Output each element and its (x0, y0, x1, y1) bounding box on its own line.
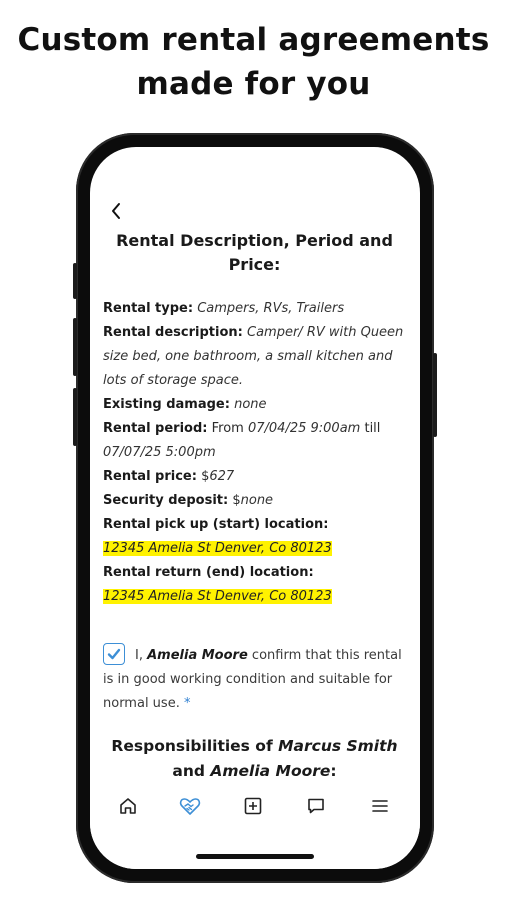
required-mark: * (183, 696, 191, 711)
existing-damage-row: Existing damage: none (103, 393, 406, 417)
phone-power-button (433, 353, 437, 437)
phone-side-button (73, 318, 77, 376)
rental-price-row: Rental price: $627 (103, 465, 406, 489)
resp-prefix: Responsibilities of (111, 737, 273, 755)
tab-messages[interactable] (303, 793, 329, 819)
rental-period-row: Rental period: From 07/04/25 9:00am till… (103, 417, 406, 465)
pickup-label-row: Rental pick up (start) location: (103, 513, 406, 537)
promo-page: Custom rental agreements made for you Re… (0, 0, 507, 900)
rental-type-row: Rental type: Campers, RVs, Trailers (103, 297, 406, 321)
checkmark-icon (107, 648, 121, 660)
phone-side-button (73, 263, 77, 299)
pickup-label: Rental pick up (start) location: (103, 517, 329, 532)
confirm-checkbox[interactable] (103, 643, 125, 665)
confirmation: I, Amelia Moore confirm that this rental… (103, 643, 406, 716)
home-icon (120, 798, 136, 814)
confirm-name: Amelia Moore (147, 648, 248, 663)
tab-create[interactable] (240, 793, 266, 819)
plus-square-icon (244, 797, 262, 815)
security-deposit-row: Security deposit: $none (103, 489, 406, 513)
pickup-location: 12345 Amelia St Denver, Co 80123 (103, 541, 332, 556)
confirm-prefix: I, (135, 648, 143, 663)
rental-type-value: Campers, RVs, Trailers (197, 301, 345, 316)
return-location: 12345 Amelia St Denver, Co 80123 (103, 589, 332, 604)
security-deposit-value: none (240, 493, 274, 508)
rental-period-from: From (211, 421, 244, 436)
return-label-row: Rental return (end) location: (103, 561, 406, 585)
rental-period-label: Rental period: (103, 421, 208, 436)
resp-party-1: Marcus Smith (278, 737, 398, 755)
tab-home[interactable] (115, 793, 141, 819)
rental-description-label: Rental description: (103, 325, 243, 340)
rental-period-till: till (364, 421, 381, 436)
section-title: Rental Description, Period and Price: (116, 231, 393, 274)
rental-period-end: 07/07/25 5:00pm (103, 445, 216, 460)
return-value-row: 12345 Amelia St Denver, Co 80123 (103, 585, 406, 609)
chevron-left-icon (112, 203, 120, 219)
rental-details: Rental type: Campers, RVs, Trailers Rent… (103, 297, 406, 609)
rental-price-value: 627 (209, 469, 235, 484)
headline-line-1: Custom rental agreements (17, 22, 490, 58)
rental-price-label: Rental price: (103, 469, 197, 484)
pickup-value-row: 12345 Amelia St Denver, Co 80123 (103, 537, 406, 561)
headline: Custom rental agreements made for you (0, 18, 507, 106)
rental-type-label: Rental type: (103, 301, 194, 316)
rental-description-row: Rental description: Camper/ RV with Quee… (103, 321, 406, 393)
agreement-content: Rental Description, Period and Price: Re… (103, 229, 406, 784)
handshake-heart-icon (179, 798, 201, 815)
chat-bubble-icon (308, 798, 324, 814)
menu-icon (372, 800, 388, 812)
tab-agreements[interactable] (177, 793, 203, 819)
security-deposit-label: Security deposit: (103, 493, 229, 508)
rental-period-start: 07/04/25 9:00am (247, 421, 361, 436)
phone-screen: Rental Description, Period and Price: Re… (90, 147, 420, 869)
return-label: Rental return (end) location: (103, 565, 314, 580)
back-button[interactable] (106, 199, 126, 223)
home-indicator[interactable] (196, 854, 314, 859)
security-deposit-currency: $ (232, 493, 241, 508)
existing-damage-label: Existing damage: (103, 397, 230, 412)
phone-frame: Rental Description, Period and Price: Re… (73, 133, 437, 883)
existing-damage-value: none (234, 397, 267, 412)
phone-side-button (73, 388, 77, 446)
bottom-tab-bar (90, 777, 420, 869)
tab-menu[interactable] (367, 793, 393, 819)
headline-line-2: made for you (136, 66, 371, 102)
